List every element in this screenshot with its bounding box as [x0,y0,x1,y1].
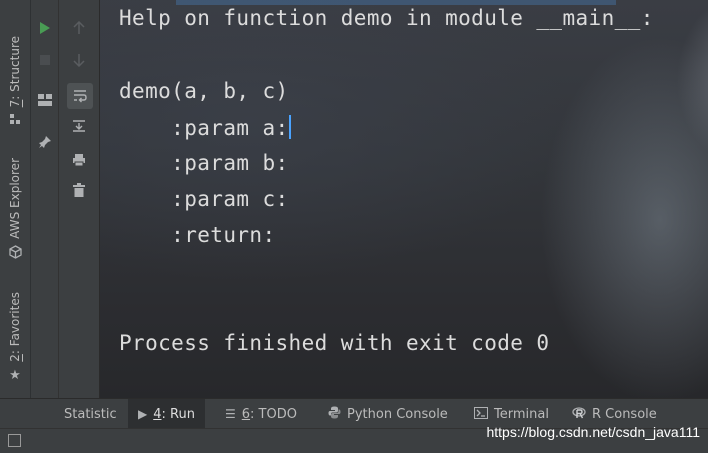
run-tab-header [176,0,616,5]
python-icon [328,406,341,422]
run-toolbar-primary [31,0,59,398]
left-tool-strip: 7: Structure AWS Explorer 2: Favorites ★ [0,0,31,428]
text-caret [288,115,291,139]
tab-python-console-label: Python Console [347,406,448,422]
tab-todo-mnemonic: 6 [241,406,251,422]
print-icon[interactable] [67,148,91,172]
structure-icon [9,113,21,129]
tab-todo-label: : TODO [250,406,297,422]
console-line: Process finished with exit code 0 [119,331,550,355]
tab-run-mnemonic: 4 [153,406,162,422]
console-line: :param b: [119,151,289,175]
trash-icon[interactable] [67,178,91,202]
stop-icon[interactable] [33,48,57,72]
pin-icon[interactable] [33,130,57,154]
structure-tool-tab[interactable]: 7: Structure [0,36,30,129]
layout-icon[interactable] [33,88,57,112]
console-line-caret: :param a: [119,115,291,140]
tab-statistic-label: Statistic [64,406,117,422]
todo-list-icon: ☰ [225,407,236,421]
toggle-tool-windows-icon[interactable] [8,434,21,447]
star-icon: ★ [9,367,21,383]
run-toolbar-secondary [59,0,100,398]
console-line: :param c: [119,187,289,211]
soft-wrap-icon[interactable] [67,83,93,109]
run-tab-icon: ▶ [138,407,148,421]
structure-mnemonic: 7 [8,99,22,108]
structure-label: Structure [8,36,22,92]
console-line-text: :param a: [119,116,289,140]
favorites-label: Favorites [8,292,22,347]
tab-run[interactable]: ▶ 4: Run [128,399,205,429]
r-console-icon [572,406,586,422]
favorites-tool-tab[interactable]: 2: Favorites ★ [0,292,30,383]
console-line: :return: [119,223,276,247]
run-icon[interactable] [33,16,57,40]
tab-r-console-label: R Console [592,406,657,422]
console-output[interactable]: Help on function demo in module __main__… [100,0,708,398]
terminal-icon [474,406,488,422]
aws-explorer-tool-tab[interactable]: AWS Explorer [0,158,30,263]
tab-python-console[interactable]: Python Console [328,399,448,429]
watermark: https://blog.csdn.net/csdn_java111 [486,424,700,440]
aws-explorer-label: AWS Explorer [8,158,22,239]
up-arrow-icon[interactable] [67,16,91,40]
tab-run-label: : Run [161,406,195,422]
tab-terminal-label: Terminal [494,406,549,422]
tab-statistic[interactable]: Statistic [64,399,124,429]
favorites-mnemonic: 2 [8,354,22,362]
tab-todo[interactable]: ☰ 6: TODO [225,399,297,429]
console-line: demo(a, b, c) [119,79,289,103]
scroll-to-end-icon[interactable] [67,114,91,138]
console-line: Help on function demo in module __main__… [119,6,654,30]
down-arrow-icon[interactable] [67,48,91,72]
status-bar: https://blog.csdn.net/csdn_java111 [0,424,708,453]
aws-cube-icon [8,245,22,263]
